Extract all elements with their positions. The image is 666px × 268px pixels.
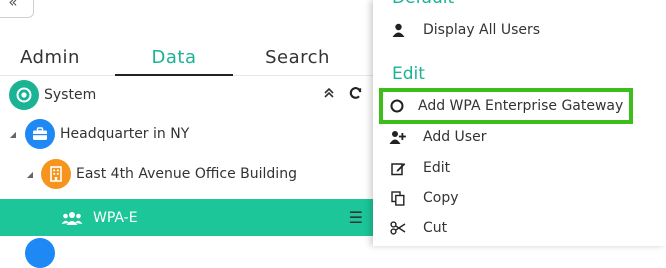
menu-item-display-all-users[interactable]: Display All Users bbox=[389, 17, 540, 43]
menu-item-label: Add User bbox=[423, 129, 487, 145]
building-icon bbox=[41, 159, 71, 189]
briefcase-icon bbox=[25, 119, 55, 149]
group-icon bbox=[57, 202, 87, 233]
context-menu-panel: Default Display All Users Edit Add WPA E… bbox=[373, 0, 666, 246]
scissors-icon bbox=[389, 221, 407, 235]
refresh-icon[interactable] bbox=[349, 86, 363, 104]
collapse-panel-button[interactable]: « bbox=[0, 0, 34, 18]
tab-bar: Admin Data Search bbox=[0, 44, 373, 76]
caret-down-icon[interactable]: ◢ bbox=[7, 130, 19, 139]
section-title-edit: Edit bbox=[392, 64, 425, 84]
user-plus-icon bbox=[389, 130, 407, 144]
collapse-all-icon[interactable] bbox=[323, 87, 335, 103]
tree-item-wpa-e[interactable]: WPA-E ☰ bbox=[0, 199, 373, 236]
target-icon bbox=[9, 80, 39, 110]
tree-item-label: East 4th Avenue Office Building bbox=[76, 166, 297, 182]
hamburger-menu-icon[interactable]: ☰ bbox=[349, 208, 363, 227]
tab-search[interactable]: Search bbox=[240, 44, 355, 76]
tree-item-label: WPA-E bbox=[93, 209, 138, 226]
menu-item-label: Cut bbox=[423, 220, 448, 236]
menu-item-label: Copy bbox=[423, 190, 459, 206]
circle-outline-icon bbox=[388, 99, 406, 113]
tree-item-label: System bbox=[44, 87, 97, 103]
menu-item-add-wpa-enterprise-gateway[interactable]: Add WPA Enterprise Gateway bbox=[378, 88, 634, 124]
left-panel: « Admin Data Search System ◢ Headquarter… bbox=[0, 0, 373, 268]
menu-item-label: Edit bbox=[423, 160, 451, 176]
tree-item-partial[interactable] bbox=[0, 238, 373, 268]
active-tab-indicator bbox=[115, 74, 233, 76]
double-chevron-left-icon: « bbox=[8, 0, 18, 11]
user-icon bbox=[389, 23, 407, 37]
copy-icon bbox=[389, 190, 407, 206]
menu-item-label: Add WPA Enterprise Gateway bbox=[418, 98, 624, 114]
menu-item-add-user[interactable]: Add User bbox=[389, 124, 486, 150]
tree-item-east-4th-avenue[interactable]: ◢ East 4th Avenue Office Building bbox=[0, 159, 373, 189]
section-title-default: Default bbox=[392, 0, 454, 8]
edit-icon bbox=[389, 161, 407, 176]
menu-item-label: Display All Users bbox=[423, 22, 541, 38]
tab-data[interactable]: Data bbox=[115, 44, 233, 76]
tree-item-label: Headquarter in NY bbox=[60, 126, 190, 142]
tree-tools bbox=[323, 86, 363, 104]
folder-icon bbox=[25, 238, 55, 268]
tree-item-system[interactable]: System bbox=[0, 80, 373, 110]
tree-item-headquarter[interactable]: ◢ Headquarter in NY bbox=[0, 119, 373, 149]
menu-item-cut[interactable]: Cut bbox=[389, 215, 447, 241]
tab-admin[interactable]: Admin bbox=[0, 44, 100, 76]
menu-item-edit[interactable]: Edit bbox=[389, 155, 450, 181]
caret-down-icon[interactable]: ◢ bbox=[24, 170, 36, 179]
menu-item-copy[interactable]: Copy bbox=[389, 185, 459, 211]
